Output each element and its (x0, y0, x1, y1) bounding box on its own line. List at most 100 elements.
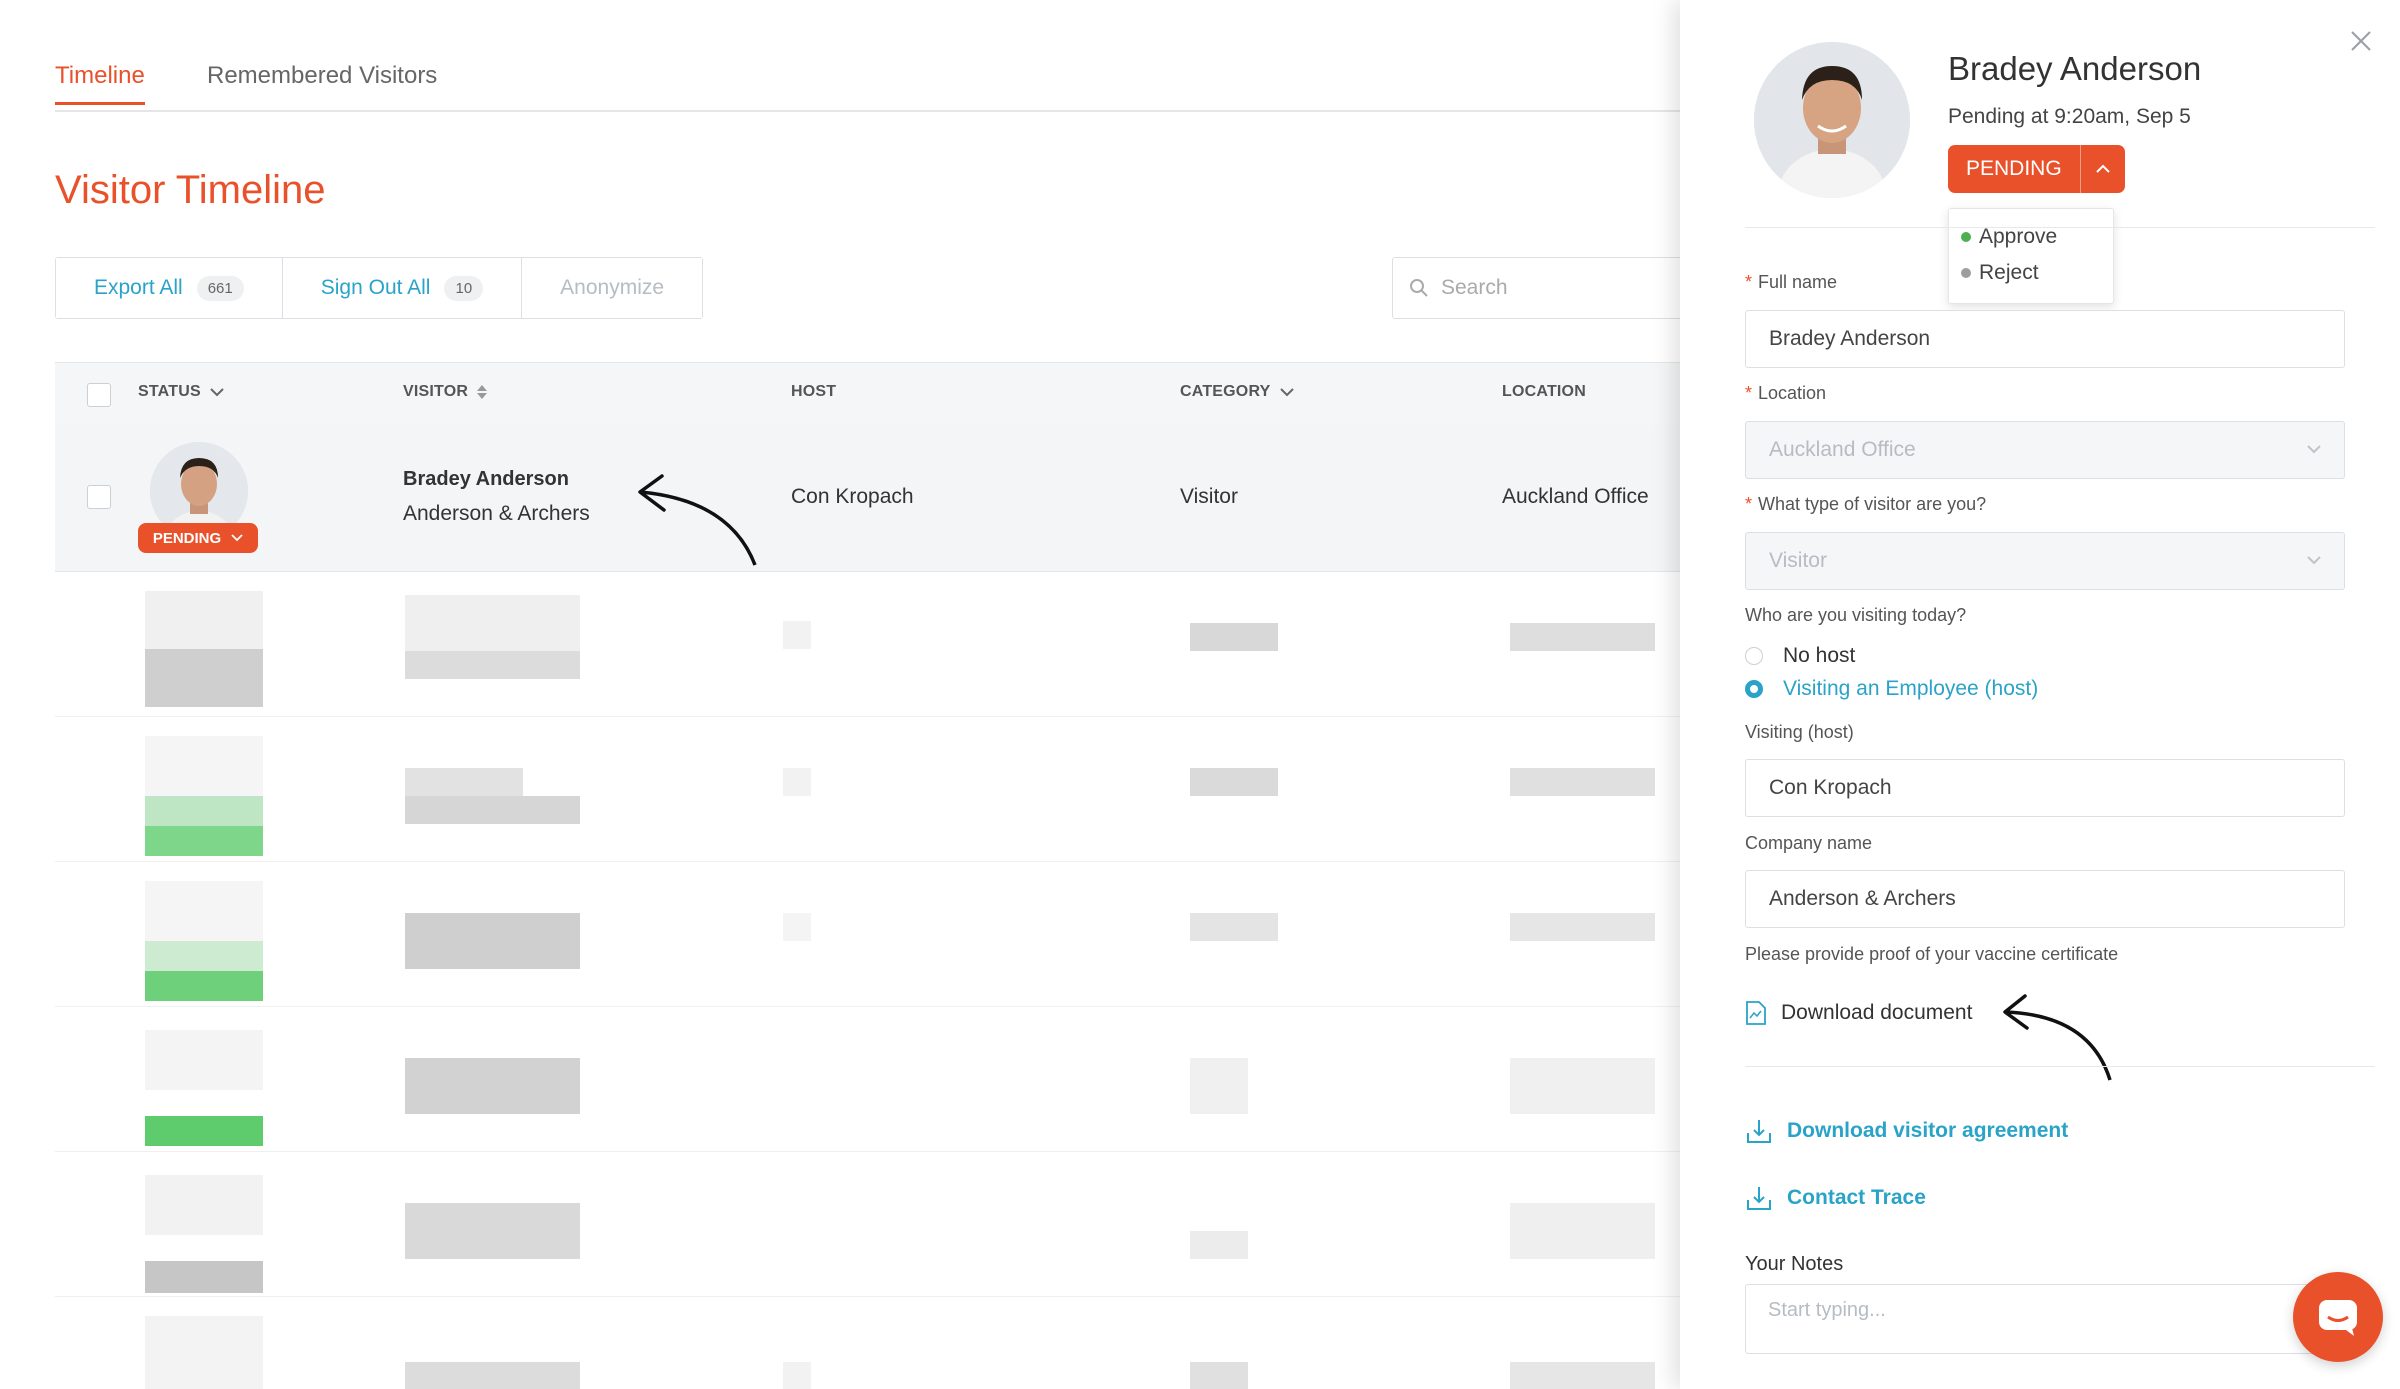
sign-out-all-button[interactable]: Sign Out All 10 (282, 258, 523, 318)
visitor-name: Bradey Anderson (403, 468, 569, 490)
select-all-checkbox[interactable] (87, 383, 111, 407)
visitor-name: Bradey Anderson (1948, 50, 2202, 87)
status-dropdown-button[interactable]: PENDING (1948, 145, 2125, 193)
column-category-label: CATEGORY (1180, 383, 1271, 400)
page-title: Visitor Timeline (55, 168, 326, 212)
divider (1745, 227, 2375, 228)
category-value: Visitor (1180, 485, 1238, 508)
annotation-arrow-icon (2003, 994, 2112, 1081)
column-host: HOST (791, 383, 836, 401)
status-line: Pending at 9:20am, Sep 5 (1948, 105, 2191, 128)
export-all-button[interactable]: Export All 661 (56, 258, 283, 318)
avatar (1754, 42, 1910, 198)
radio-no-host-label: No host (1783, 644, 1856, 667)
location-value: Auckland Office (1502, 485, 1649, 508)
notes-label: Your Notes (1745, 1253, 1844, 1275)
contact-trace-label: Contact Trace (1787, 1186, 1926, 1209)
reject-dot (1961, 268, 1971, 278)
radio-no-host[interactable]: No host (1745, 644, 1855, 668)
column-location-label: LOCATION (1502, 383, 1586, 400)
close-icon[interactable] (2348, 28, 2374, 54)
download-document-label: Download document (1781, 1001, 1973, 1024)
blurred-row (55, 1151, 1680, 1297)
menu-item-reject[interactable]: Reject (1949, 255, 2113, 291)
status-badge-label: PENDING (152, 529, 222, 547)
column-status[interactable]: STATUS (138, 383, 225, 401)
tab-remembered-visitors[interactable]: Remembered Visitors (207, 62, 437, 102)
chevron-down-icon (210, 388, 224, 397)
visitor-type-label: * What type of visitor are you? (1745, 494, 1987, 514)
chevron-down-icon (1279, 388, 1294, 397)
visitor-detail-panel: Bradey Anderson Pending at 9:20am, Sep 5… (1680, 0, 2400, 1389)
export-all-label: Export All (94, 276, 183, 299)
download-document-link[interactable]: Download document (1745, 1000, 1972, 1026)
main-area: Timeline Remembered Visitors Visitor Tim… (0, 0, 1680, 1389)
status-menu: Approve Reject (1948, 208, 2114, 304)
visiting-question: Who are you visiting today? (1745, 605, 1967, 625)
download-agreement-link[interactable]: Download visitor agreement (1745, 1117, 2068, 1145)
column-status-label: STATUS (138, 383, 201, 400)
full-name-field[interactable]: Bradey Anderson (1745, 310, 2345, 368)
sign-out-count-badge: 10 (444, 275, 484, 301)
blurred-row (55, 1006, 1680, 1152)
column-visitor-label: VISITOR (403, 383, 469, 400)
radio-visiting-employee-label: Visiting an Employee (host) (1783, 677, 2039, 700)
visitor-company: Anderson & Archers (403, 502, 590, 525)
radio-visiting-employee[interactable]: Visiting an Employee (host) (1745, 677, 2038, 701)
chevron-up-icon[interactable] (2079, 145, 2125, 193)
search-icon (1410, 279, 1428, 297)
company-field[interactable]: Anderson & Archers (1745, 870, 2345, 928)
visitor-type-select: Visitor (1745, 532, 2345, 590)
search-input[interactable]: Search (1392, 257, 1680, 319)
company-label: Company name (1745, 833, 1873, 853)
chat-icon (2319, 1300, 2357, 1336)
download-icon (1747, 1120, 1771, 1143)
table-row[interactable]: PENDING Bradey Anderson Anderson & Arche… (55, 425, 1680, 572)
chevron-down-icon (2307, 556, 2321, 565)
anonymize-label: Anonymize (560, 276, 665, 299)
location-select: Auckland Office (1745, 421, 2345, 479)
menu-item-reject-label: Reject (1979, 261, 2039, 284)
visiting-host-field[interactable]: Con Kropach (1745, 759, 2345, 817)
divider (1745, 1066, 2375, 1067)
notes-textarea[interactable]: Start typing... (1745, 1284, 2345, 1354)
contact-trace-link[interactable]: Contact Trace (1745, 1184, 1926, 1212)
column-host-label: HOST (791, 383, 837, 400)
export-count-badge: 661 (196, 275, 244, 301)
chevron-down-icon (2307, 445, 2321, 454)
blurred-row (55, 571, 1680, 717)
sign-out-all-label: Sign Out All (320, 276, 431, 299)
download-agreement-label: Download visitor agreement (1787, 1119, 2069, 1142)
anonymize-button[interactable]: Anonymize (522, 258, 703, 318)
blurred-row (55, 716, 1680, 862)
bulk-actions: Export All 661 Sign Out All 10 Anonymize (55, 257, 704, 319)
radio-visiting-employee-dot (1745, 680, 1763, 698)
visiting-host-label: Visiting (host) (1745, 722, 1854, 742)
table-header: STATUS VISITOR HOST CATEGORY LOCATION (55, 362, 1680, 426)
sort-icon (477, 385, 488, 399)
approve-dot (1961, 232, 1971, 242)
tab-bar: Timeline Remembered Visitors (55, 62, 1680, 112)
vaccine-label: Please provide proof of your vaccine cer… (1745, 944, 2119, 964)
menu-item-approve[interactable]: Approve (1949, 219, 2113, 255)
column-visitor[interactable]: VISITOR (403, 383, 488, 401)
blurred-row (55, 1296, 1680, 1389)
search-placeholder: Search (1441, 276, 1508, 299)
chevron-down-icon (231, 534, 243, 542)
status-badge[interactable]: PENDING (138, 523, 258, 553)
full-name-label: * Full name (1745, 272, 1838, 292)
chat-launcher-button[interactable] (2293, 1272, 2383, 1362)
column-category[interactable]: CATEGORY (1180, 383, 1295, 401)
annotation-arrow-icon (638, 474, 757, 566)
host-name: Con Kropach (791, 485, 914, 508)
status-button-label: PENDING (1948, 145, 2080, 193)
blurred-row (55, 861, 1680, 1007)
menu-item-approve-label: Approve (1979, 225, 2058, 248)
column-location: LOCATION (1502, 383, 1586, 401)
row-checkbox[interactable] (87, 485, 111, 509)
document-icon (1746, 1001, 1766, 1025)
radio-no-host-dot (1745, 647, 1763, 665)
download-icon (1747, 1187, 1771, 1210)
tab-timeline[interactable]: Timeline (55, 62, 145, 105)
location-label: * Location (1745, 383, 1827, 403)
